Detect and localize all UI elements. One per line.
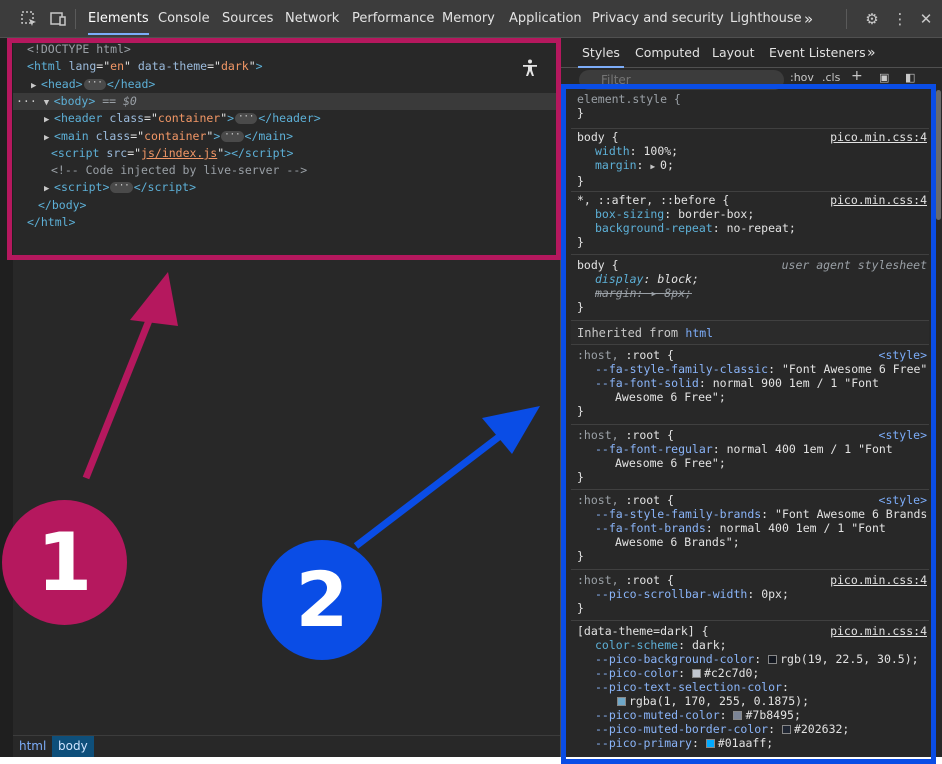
arrow-1-head — [130, 272, 178, 326]
arrow-2-shaft — [353, 433, 503, 549]
annotation-arrows — [82, 272, 540, 549]
annotation-label-1: 1 — [36, 516, 93, 609]
arrow-1-shaft — [82, 316, 154, 480]
annotation-label-2: 2 — [295, 555, 349, 644]
